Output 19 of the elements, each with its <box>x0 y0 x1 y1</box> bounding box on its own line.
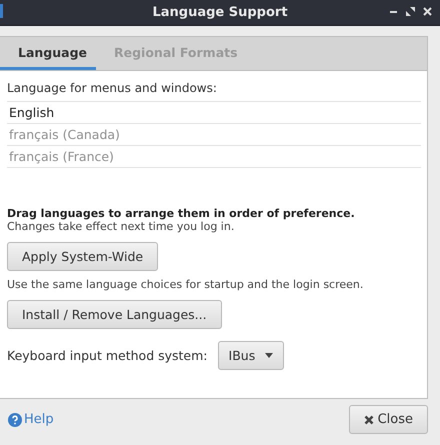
input-method-label: Keyboard input method system: <box>7 348 208 363</box>
input-method-dropdown[interactable]: IBus <box>218 341 284 370</box>
window-title: Language Support <box>152 5 288 20</box>
apply-note: Use the same language choices for startup and the login screen. <box>7 278 364 291</box>
changes-note: Changes take effect next time you log in. <box>7 220 236 233</box>
section-label: Language for menus and windows: <box>7 81 218 95</box>
window-icon <box>0 4 3 18</box>
close-icon <box>364 414 374 424</box>
close-icon[interactable] <box>423 7 432 16</box>
maximize-icon[interactable] <box>406 7 415 16</box>
install-languages-button[interactable]: Install / Remove Languages... <box>7 300 222 329</box>
tab[interactable]: Language <box>0 37 96 70</box>
caret-icon <box>265 353 274 358</box>
drag-hint: Drag languages to arrange them in order of preference. <box>7 207 356 220</box>
help-link[interactable]: Help <box>8 412 54 427</box>
help-icon <box>8 412 22 426</box>
apply-system-wide-button[interactable]: Apply System-Wide <box>7 242 158 271</box>
language-item[interactable]: English <box>7 102 421 124</box>
close-button[interactable]: Close <box>348 405 428 434</box>
